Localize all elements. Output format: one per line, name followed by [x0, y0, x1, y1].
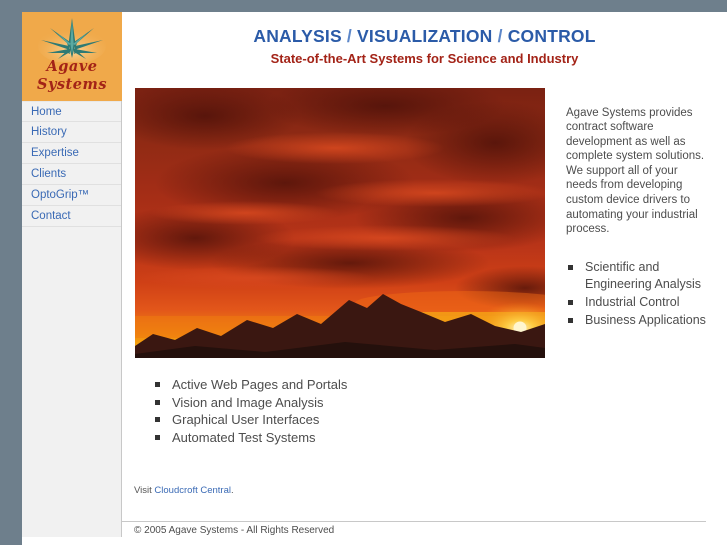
headline-separator-2: /	[492, 26, 508, 46]
page-subtitle: State-of-the-Art Systems for Science and…	[270, 51, 579, 66]
main-navigation: Home History Expertise Clients OptoGrip™…	[22, 101, 121, 227]
logo-line-2: Systems	[37, 76, 107, 93]
nav-item-clients[interactable]: Clients	[22, 164, 121, 185]
copyright-notice: © 2005 Agave Systems - All Rights Reserv…	[134, 525, 335, 536]
agave-plant-icon	[38, 18, 106, 62]
headline-control: CONTROL	[507, 26, 596, 46]
page-container: Agave Systems Home History Expertise Cli…	[22, 12, 727, 545]
list-item: Business Applications	[566, 312, 708, 329]
list-item: Vision and Image Analysis	[150, 394, 347, 412]
footer-divider	[122, 521, 706, 522]
right-column: Agave Systems provides contract software…	[566, 94, 708, 330]
logo[interactable]: Agave Systems	[22, 12, 122, 101]
page-title: ANALYSIS / VISUALIZATION / CONTROL	[122, 26, 727, 46]
headline-visualization: VISUALIZATION	[357, 26, 493, 46]
headline-separator-1: /	[341, 26, 358, 46]
nav-item-contact[interactable]: Contact	[22, 206, 121, 227]
list-item: Industrial Control	[566, 294, 708, 311]
visit-line: Visit Cloudcroft Central.	[134, 485, 234, 496]
sidebar: Agave Systems Home History Expertise Cli…	[22, 12, 122, 537]
list-item: Active Web Pages and Portals	[150, 376, 347, 394]
visit-suffix: .	[230, 485, 234, 496]
nav-item-history[interactable]: History	[22, 122, 121, 143]
logo-text: Agave Systems	[22, 58, 122, 94]
headline-analysis: ANALYSIS	[253, 26, 342, 46]
list-item: Scientific and Engineering Analysis	[566, 259, 708, 293]
list-item: Graphical User Interfaces	[150, 411, 347, 429]
logo-line-1: Agave	[46, 58, 98, 75]
page-header: ANALYSIS / VISUALIZATION / CONTROL State…	[122, 12, 727, 67]
visit-prefix: Visit	[134, 485, 155, 496]
sunset-photo	[135, 88, 545, 358]
cloudcroft-central-link[interactable]: Cloudcroft Central	[154, 485, 231, 496]
nav-item-optogrip[interactable]: OptoGrip™	[22, 185, 121, 206]
capabilities-list: Active Web Pages and Portals Vision and …	[150, 376, 347, 446]
intro-paragraph: Agave Systems provides contract software…	[566, 106, 705, 236]
nav-item-home[interactable]: Home	[22, 101, 121, 122]
services-list: Scientific and Engineering Analysis Indu…	[566, 259, 708, 329]
nav-item-expertise[interactable]: Expertise	[22, 143, 121, 164]
list-item: Automated Test Systems	[150, 429, 347, 447]
